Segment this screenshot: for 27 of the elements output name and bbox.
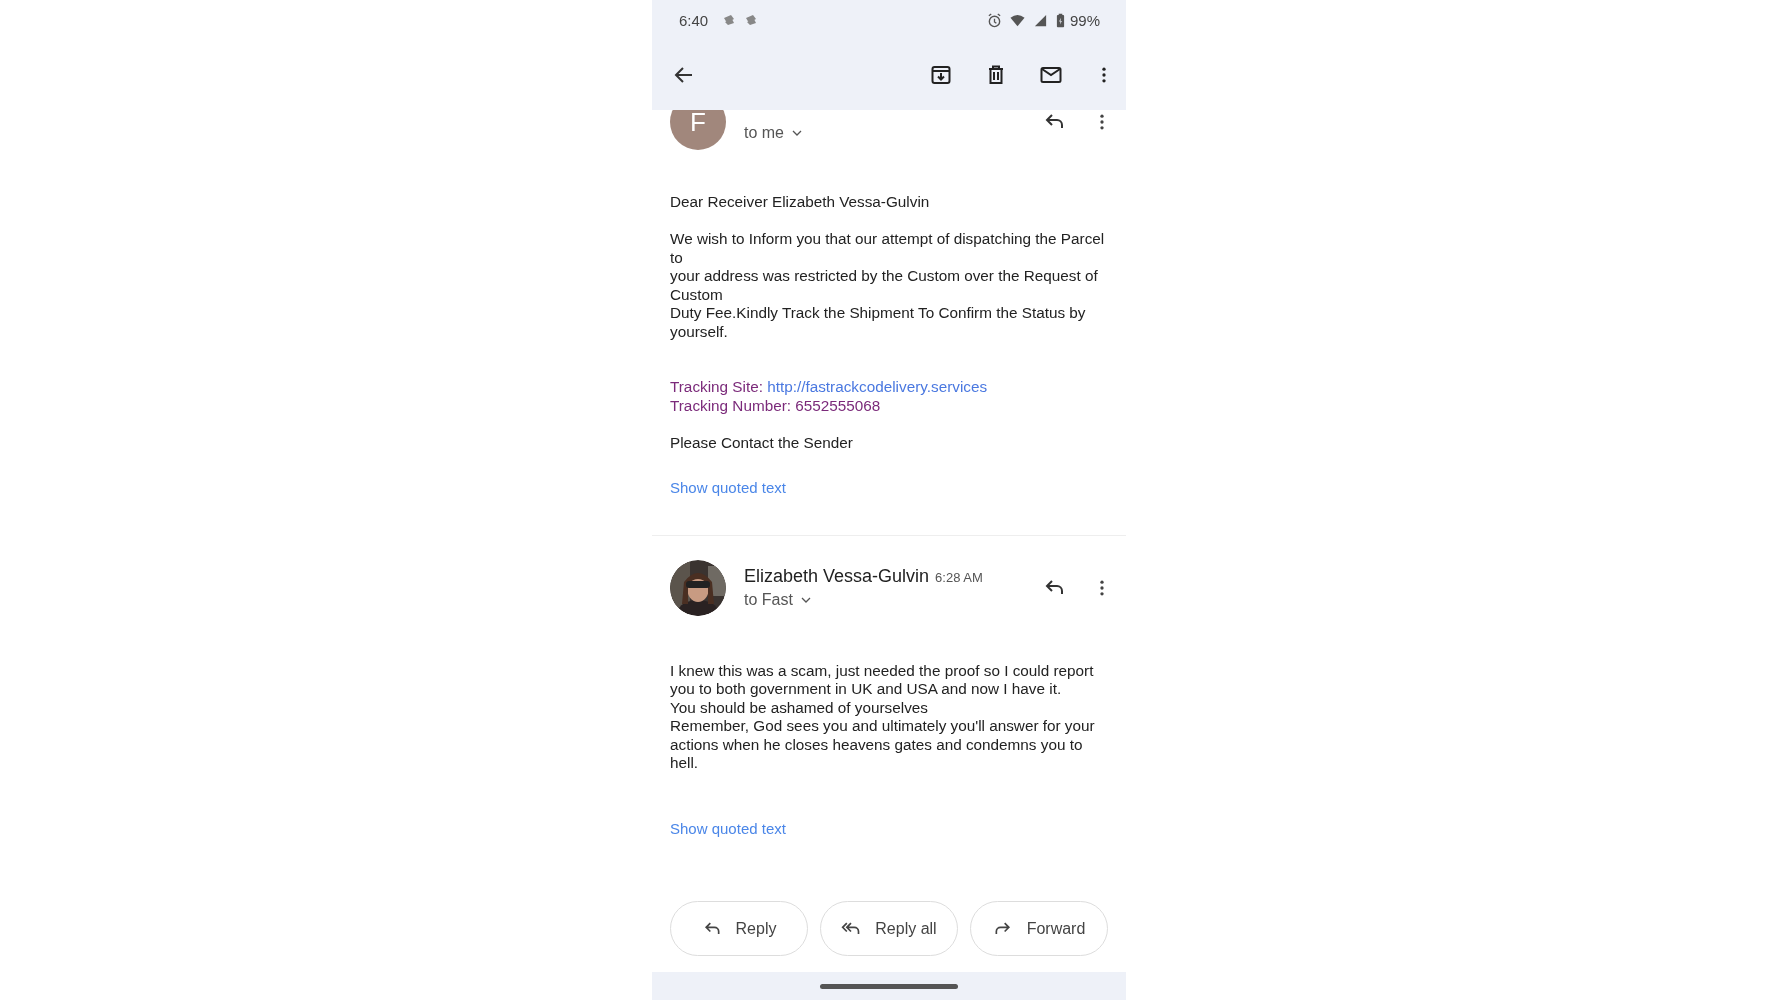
notification-icon (744, 14, 759, 26)
status-time: 6:40 (679, 11, 709, 29)
chevron-down-icon (800, 597, 811, 603)
tracking-number: Tracking Number: 6552555068 (670, 396, 882, 415)
sender-name: Elizabeth Vessa-Gulvin (744, 566, 930, 587)
message-time: 6:28 AM (935, 570, 983, 585)
archive-icon[interactable] (929, 63, 953, 87)
show-quoted-link[interactable]: Show quoted text (670, 820, 786, 837)
tracking-site-label: Tracking Site: (670, 378, 763, 395)
action-button[interactable]: Reply (670, 901, 808, 956)
message-paragraph: Dear Receiver Elizabeth Vessa-Gulvin (670, 193, 931, 212)
tracking-link[interactable]: http://fastrackcodelivery.services (767, 378, 988, 395)
recipient-toggle[interactable]: to me (744, 124, 802, 142)
recipient-toggle[interactable]: to Fast (744, 591, 811, 609)
action-button[interactable]: Reply all (820, 901, 958, 956)
battery-icon (1055, 12, 1065, 28)
chevron-down-icon (792, 130, 802, 136)
message-paragraph: Please Contact the Sender (670, 433, 854, 452)
action-button[interactable]: Forward (970, 901, 1108, 956)
alarm-icon (986, 12, 1002, 28)
notification-icon (722, 14, 737, 26)
battery-level: 99% (1069, 11, 1100, 29)
show-quoted-link[interactable]: Show quoted text (670, 478, 786, 496)
message-paragraph: We wish to Inform you that our attempt of dispatching the Parcel to your address was restricted by the Custom over the Request of Custom Duty Fee.Kindly Track the Shipment To Confirm the Status by yourself. (670, 230, 1106, 341)
home-indicator[interactable] (820, 983, 958, 989)
wifi-icon (1009, 12, 1025, 28)
message-paragraph: I knew this was a scam, just needed the proof so I could report you to both government in UK and USA and now I have it. You should be ashamed of yourselves Remember, God sees you and ultimately you'll answer for your actions when he closes heavens gates and condemns you to hell. (670, 661, 1096, 773)
